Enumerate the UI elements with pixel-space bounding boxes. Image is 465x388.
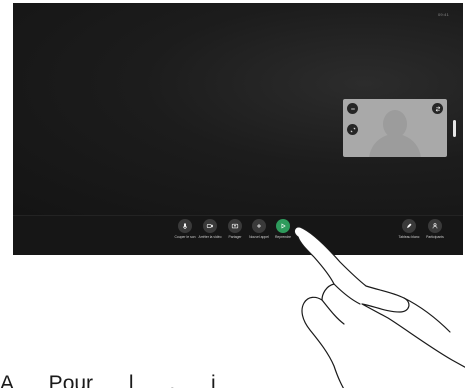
device-screen: 09:41 Couper le son Arrêter la vidéo Par… bbox=[13, 3, 463, 255]
avatar-body bbox=[369, 134, 421, 157]
minimize-self-view-button[interactable] bbox=[347, 103, 358, 114]
whiteboard-button[interactable]: Tableau blanc bbox=[395, 219, 423, 239]
people-icon bbox=[432, 223, 438, 229]
video-label: Arrêter la vidéo bbox=[198, 235, 222, 239]
side-panel-handle[interactable] bbox=[453, 120, 456, 137]
expand-icon bbox=[350, 127, 355, 132]
mute-button-circle[interactable] bbox=[178, 219, 192, 233]
camera-icon bbox=[206, 224, 213, 228]
play-icon bbox=[281, 223, 286, 229]
participants-button[interactable]: Participants bbox=[421, 219, 449, 239]
resume-label: Reprendre bbox=[274, 235, 292, 239]
call-controls-toolbar: Couper le son Arrêter la vidéo Partager … bbox=[13, 215, 463, 255]
caption-text: A Pour l , i bbox=[0, 372, 216, 388]
video-button-circle[interactable] bbox=[203, 219, 217, 233]
microphone-icon bbox=[182, 223, 188, 229]
resume-button-circle[interactable] bbox=[276, 219, 290, 233]
participants-label: Participants bbox=[426, 235, 444, 239]
whiteboard-button-circle[interactable] bbox=[402, 219, 416, 233]
plus-icon bbox=[257, 224, 261, 228]
screenshot-stage: 09:41 Couper le son Arrêter la vidéo Par… bbox=[0, 0, 465, 388]
whiteboard-label: Tableau blanc bbox=[398, 235, 420, 239]
new-call-button-circle[interactable] bbox=[252, 219, 266, 233]
swap-icon bbox=[435, 105, 440, 112]
mute-button[interactable]: Couper le son bbox=[171, 219, 199, 239]
mute-label: Couper le son bbox=[174, 235, 196, 239]
share-button-circle[interactable] bbox=[228, 219, 242, 233]
share-screen-icon bbox=[231, 223, 239, 229]
status-time: 09:41 bbox=[437, 12, 449, 17]
minimize-icon bbox=[350, 108, 355, 109]
resume-button[interactable]: Reprendre bbox=[269, 219, 297, 239]
pen-icon bbox=[407, 223, 412, 228]
stop-video-button[interactable]: Arrêter la vidéo bbox=[196, 219, 224, 239]
participants-button-circle[interactable] bbox=[428, 219, 442, 233]
expand-self-view-button[interactable] bbox=[347, 124, 358, 135]
self-view-preview[interactable] bbox=[343, 99, 447, 157]
swap-self-view-button[interactable] bbox=[432, 103, 443, 114]
